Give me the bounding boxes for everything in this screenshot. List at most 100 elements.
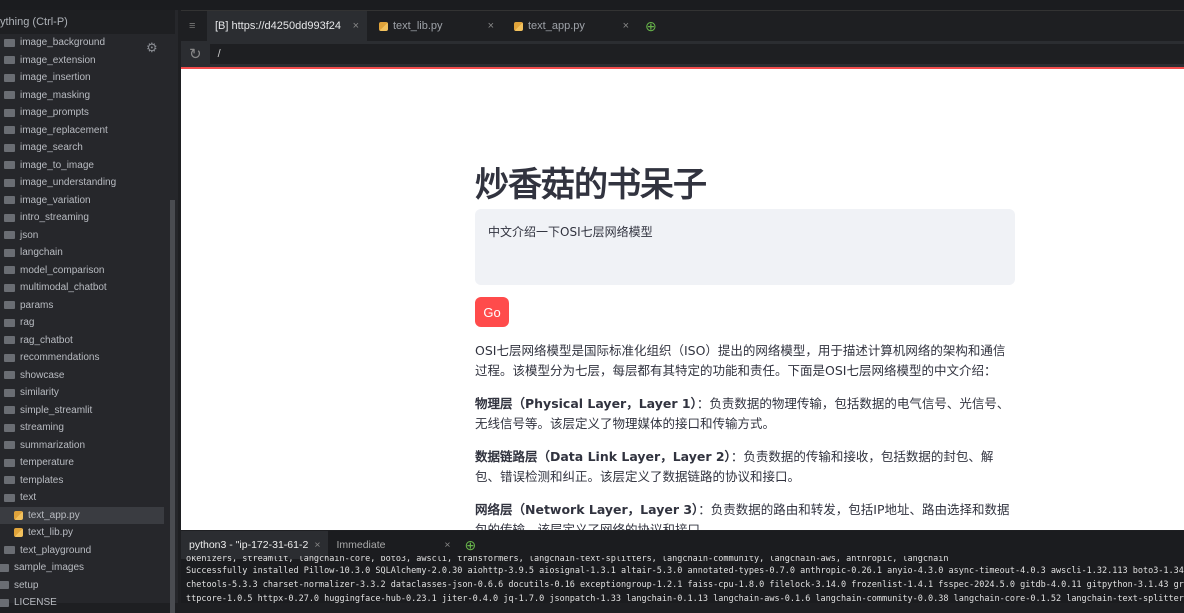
layer-name: 物理层（Physical Layer，Layer 1） [475,396,697,411]
folder-icon [4,196,15,204]
folder-item[interactable]: setup [0,577,158,594]
folder-item[interactable]: streaming [0,419,164,436]
tab-text-lib[interactable]: text_lib.py × [367,11,502,42]
folder-item[interactable]: image_masking [0,87,164,104]
folder-item[interactable]: multimodal_chatbot [0,279,164,296]
item-label: image_search [20,142,83,153]
tab-text-app[interactable]: text_app.py × [502,11,637,42]
gear-icon[interactable]: ⚙ [146,40,158,56]
layer-2: 数据链路层（Data Link Layer，Layer 2）：负责数据的传输和接… [475,447,1015,486]
item-label: sample_images [14,562,85,573]
tab-label: text_app.py [528,20,585,32]
folder-icon [4,441,15,449]
item-label: image_variation [20,194,91,206]
folder-item[interactable]: image_variation [0,192,164,209]
folder-item[interactable]: image_to_image [0,157,164,174]
folder-item[interactable]: image_replacement [0,122,164,139]
folder-item[interactable]: text_playground [0,542,164,559]
folder-icon [4,318,15,327]
folder-icon [4,353,15,362]
folder-item[interactable]: recommendations [0,349,164,366]
folder-item[interactable]: image_understanding [0,174,164,191]
folder-icon [4,108,15,117]
folder-icon [4,143,15,152]
folder-item[interactable]: image_search [0,139,164,156]
python-icon [14,528,23,537]
add-tab-icon[interactable]: ⊕ [464,537,476,554]
item-label: temperature [20,457,74,468]
go-to-anything-input[interactable]: ything (Ctrl-P) [0,10,175,34]
close-icon[interactable]: × [347,20,359,32]
folder-item[interactable]: sample_images [0,559,158,576]
folder-item[interactable]: image_prompts [0,104,164,121]
folder-item[interactable]: image_background [0,34,164,51]
folder-item[interactable]: templates [0,472,164,489]
item-label: rag [20,317,35,328]
close-icon[interactable]: × [617,20,629,32]
url-input[interactable]: / [209,44,1184,64]
folder-item[interactable]: image_insertion [0,69,164,86]
tab-label: text_lib.py [393,20,443,32]
folder-icon [4,493,15,502]
item-label: summarization [20,439,86,451]
item-label: params [20,299,54,311]
folder-item[interactable]: intro_streaming [0,209,164,226]
folder-item[interactable]: simple_streamlit [0,402,164,419]
folder-item[interactable]: rag_chatbot [0,332,164,349]
item-label: multimodal_chatbot [20,282,107,293]
tab-label: Immediate [336,539,386,551]
tab-immediate[interactable]: Immediate × [328,531,458,559]
folder-icon [4,406,15,414]
close-icon[interactable]: × [482,20,494,32]
sidebar-scrollbar[interactable] [170,200,175,613]
folder-icon [0,581,9,589]
folder-item[interactable]: similarity [0,384,164,401]
item-label: text_app.py [28,509,80,521]
folder-item[interactable]: json [0,227,164,244]
item-label: model_comparison [20,264,105,276]
folder-item[interactable]: showcase [0,367,164,384]
file-item[interactable]: text_lib.py [0,524,164,541]
python-icon [379,21,388,31]
item-label: showcase [20,369,65,381]
tab-menu-icon[interactable]: ≡ [181,11,207,42]
item-label: templates [20,474,64,486]
close-icon[interactable]: × [438,539,450,551]
folder-icon [4,91,15,99]
folder-icon [4,371,15,379]
page-title: 炒香菇的书呆子 [475,165,707,205]
layer-3: 网络层（Network Layer，Layer 3）：负责数据的路由和转发，包括… [475,500,1015,530]
folder-icon [4,336,15,344]
folder-item[interactable]: rag [0,314,164,331]
folder-icon [4,126,15,134]
folder-icon [4,301,15,309]
folder-item[interactable]: langchain [0,244,164,261]
layer-1: 物理层（Physical Layer，Layer 1）：负责数据的物理传输，包括… [475,394,1015,433]
close-icon[interactable]: × [308,539,320,551]
folder-item[interactable]: temperature [0,454,164,471]
item-label: recommendations [20,352,100,363]
python-icon [514,21,523,31]
folder-icon [4,458,15,467]
folder-icon [4,213,15,222]
terminal-line: chetools-5.3.3 charset-normalizer-3.3.2 … [186,580,1184,590]
tab-preview[interactable]: [B] https://d4250dd993f24 × [207,10,367,42]
folder-icon [4,283,15,292]
terminal-panel: python3 - "ip-172-31-61-2 × Immediate × ⊕ … [181,531,1184,606]
add-tab-icon[interactable]: ⊕ [645,18,657,35]
folder-item[interactable]: summarization [0,437,164,454]
folder-item[interactable]: text [0,489,164,506]
tab-terminal[interactable]: python3 - "ip-172-31-61-2 × [181,531,329,559]
refresh-icon[interactable]: ↻ [189,45,202,63]
file-item[interactable]: text_app.py [0,506,164,524]
url-bar: ↻ / [181,41,1184,67]
folder-item[interactable]: model_comparison [0,262,164,279]
layer-name: 网络层（Network Layer，Layer 3） [475,502,699,517]
folder-item[interactable]: params [0,297,164,314]
go-button[interactable]: Go [475,297,509,327]
prompt-textarea[interactable]: 中文介绍一下OSI七层网络模型 [475,209,1015,285]
folder-item[interactable]: image_extension [0,52,164,69]
terminal-output[interactable]: okenizers, streamlit, langchain-core, bo… [181,556,1184,606]
app-preview: 炒香菇的书呆子 中文介绍一下OSI七层网络模型 Go OSI七层网络模型是国际标… [181,67,1184,530]
editor-tabs: ≡ [B] https://d4250dd993f24 × text_lib.py… [181,10,1184,42]
